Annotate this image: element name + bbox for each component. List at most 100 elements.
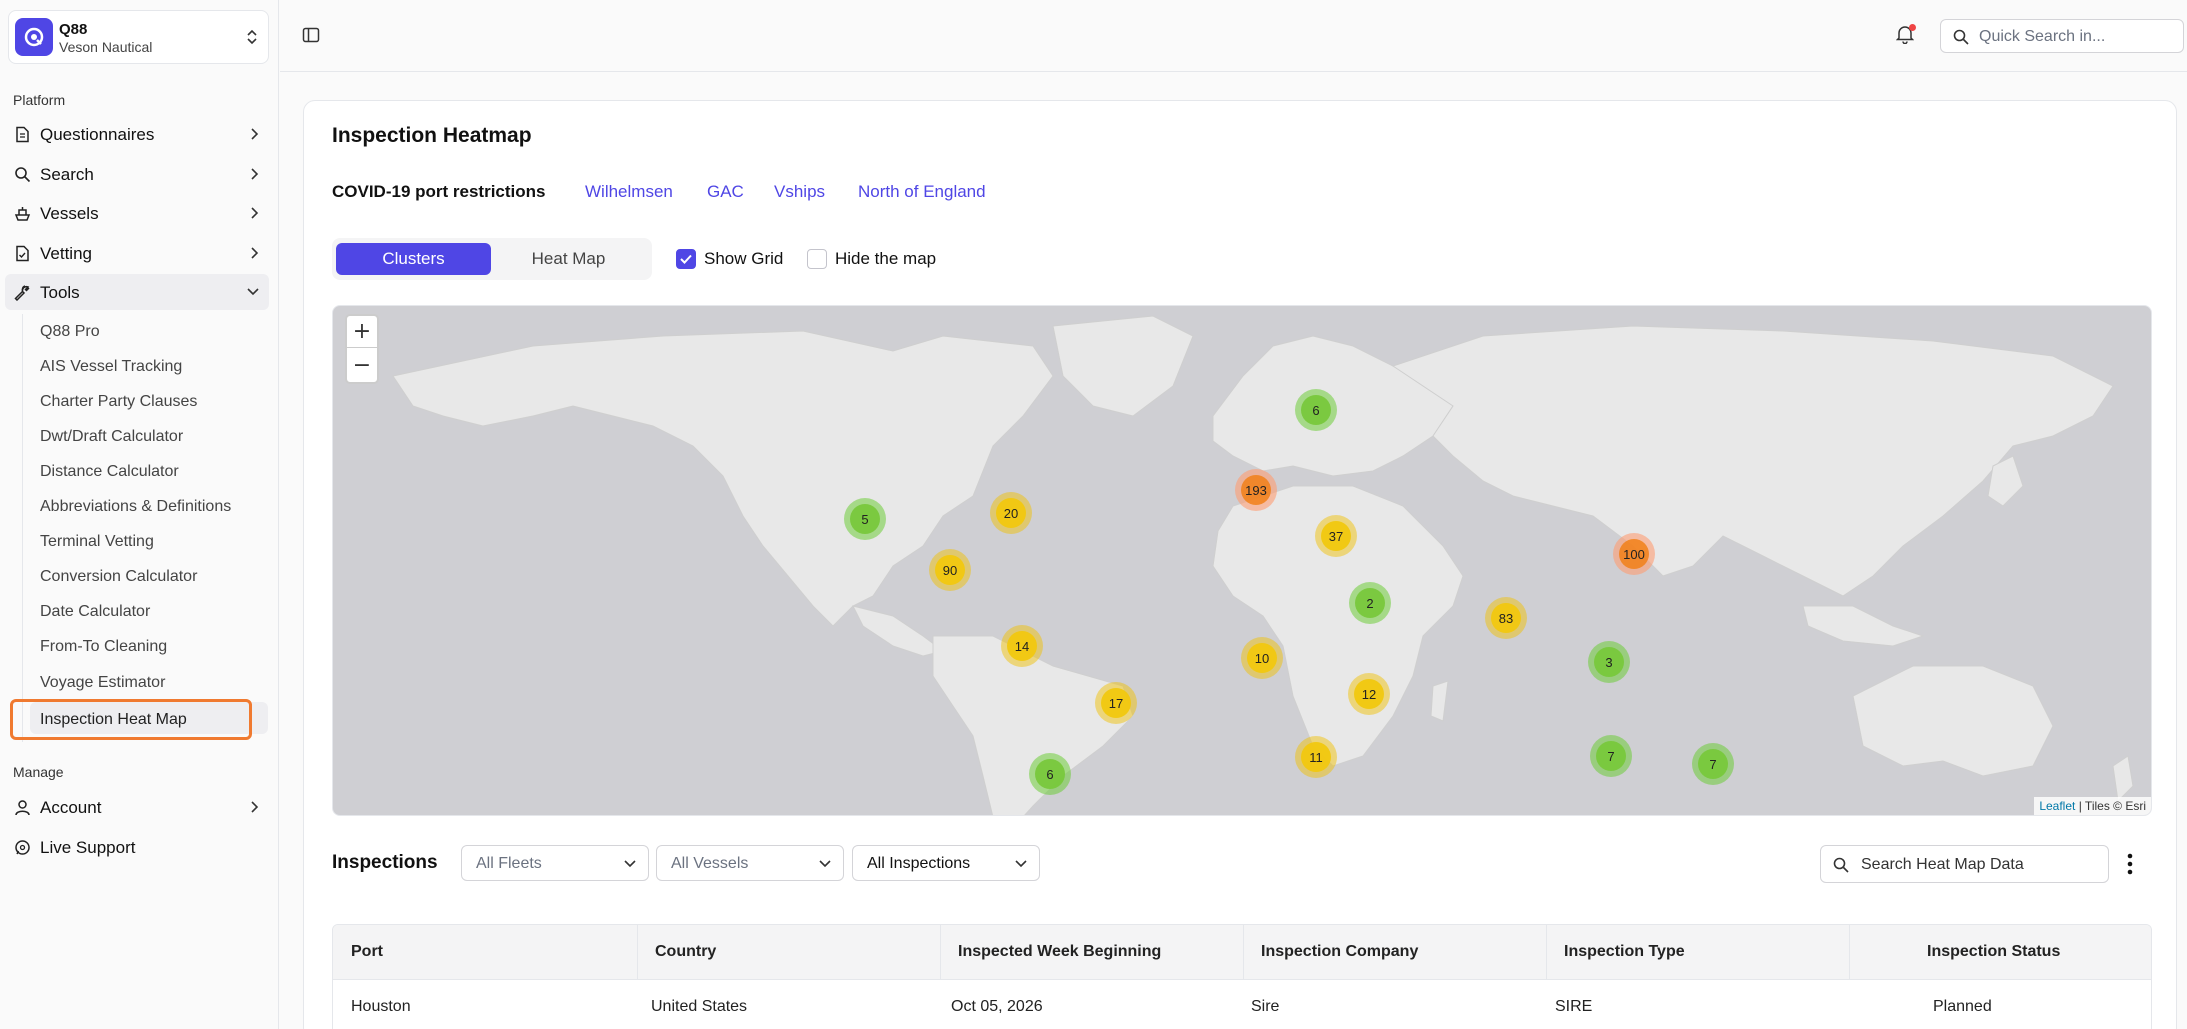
heat-map-search[interactable] xyxy=(1820,845,2109,883)
sidebar-item-search[interactable]: Search xyxy=(5,156,269,192)
map-cluster[interactable]: 14 xyxy=(1001,625,1043,667)
inspections-title: Inspections xyxy=(332,852,438,873)
cluster-count: 6 xyxy=(1035,759,1065,789)
map-cluster[interactable]: 37 xyxy=(1315,515,1357,557)
column-header-status[interactable]: Inspection Status xyxy=(1927,943,2060,961)
map-cluster[interactable]: 12 xyxy=(1348,673,1390,715)
more-options-icon[interactable] xyxy=(2124,851,2136,877)
column-divider xyxy=(1243,925,1244,980)
sidebar-item-label: Vetting xyxy=(40,244,92,263)
cell-company: Sire xyxy=(1251,998,1280,1015)
checklist-icon xyxy=(16,245,29,262)
cluster-count: 5 xyxy=(850,504,880,534)
cluster-count: 7 xyxy=(1698,749,1728,779)
sidebar-tool-distance-calculator[interactable]: Distance Calculator xyxy=(30,454,268,486)
world-map[interactable]: + − 6 193 5 20 90 37 100 2 83 14 10 3 17… xyxy=(332,305,2152,816)
vessel-filter-select[interactable]: All Vessels xyxy=(656,845,844,881)
sidebar-item-questionnaires[interactable]: Questionnaires xyxy=(5,116,269,152)
map-cluster[interactable]: 10 xyxy=(1241,637,1283,679)
hide-map-checkbox[interactable] xyxy=(807,249,827,269)
sidebar-tool-inspection-heat-map[interactable]: Inspection Heat Map xyxy=(30,702,268,734)
sidebar-tool-abbreviations[interactable]: Abbreviations & Definitions xyxy=(30,489,268,521)
show-grid-checkbox[interactable] xyxy=(676,249,696,269)
column-header-week[interactable]: Inspected Week Beginning xyxy=(958,943,1161,961)
zoom-in-button[interactable]: + xyxy=(347,316,377,348)
cell-port: Houston xyxy=(351,998,411,1015)
org-name: Q88 xyxy=(59,21,88,38)
select-value: All Vessels xyxy=(671,855,749,872)
cluster-count: 90 xyxy=(935,555,965,585)
ship-icon xyxy=(14,207,31,221)
leaflet-link[interactable]: Leaflet xyxy=(2039,799,2075,813)
quick-search[interactable] xyxy=(1940,19,2184,53)
sidebar-tool-dwt-draft-calculator[interactable]: Dwt/Draft Calculator xyxy=(30,419,268,451)
map-cluster[interactable]: 7 xyxy=(1590,735,1632,777)
sidebar-tool-voyage-estimator[interactable]: Voyage Estimator xyxy=(30,665,268,697)
chevron-right-icon xyxy=(251,168,259,180)
chevron-right-icon xyxy=(251,247,259,259)
cluster-count: 7 xyxy=(1596,741,1626,771)
sidebar-tool-charter-party-clauses[interactable]: Charter Party Clauses xyxy=(30,384,268,416)
column-header-country[interactable]: Country xyxy=(655,943,716,961)
zoom-out-button[interactable]: − xyxy=(347,349,377,381)
clusters-toggle-button[interactable]: Clusters xyxy=(336,243,491,275)
column-header-company[interactable]: Inspection Company xyxy=(1261,943,1418,961)
fleet-filter-select[interactable]: All Fleets xyxy=(461,845,649,881)
heat-map-search-input[interactable] xyxy=(1861,854,2101,876)
covid-link-wilhelmsen[interactable]: Wilhelmsen xyxy=(585,182,673,202)
sidebar-toggle-icon[interactable] xyxy=(302,26,320,44)
cluster-count: 193 xyxy=(1241,475,1271,505)
map-cluster[interactable]: 17 xyxy=(1095,682,1137,724)
chevron-down-icon xyxy=(624,860,636,868)
sidebar-tool-terminal-vetting[interactable]: Terminal Vetting xyxy=(30,524,268,556)
tiles-attribution: | Tiles © Esri xyxy=(2075,799,2146,813)
heat-map-toggle-button[interactable]: Heat Map xyxy=(491,243,646,275)
inspection-heatmap-card: Inspection Heatmap COVID-19 port restric… xyxy=(303,100,2177,1029)
map-cluster[interactable]: 100 xyxy=(1613,533,1655,575)
search-icon xyxy=(1833,857,1849,873)
select-value: All Inspections xyxy=(867,855,971,872)
sidebar-tool-conversion-calculator[interactable]: Conversion Calculator xyxy=(30,559,268,591)
sidebar-tool-from-to-cleaning[interactable]: From-To Cleaning xyxy=(30,629,268,661)
sidebar-item-label: Account xyxy=(40,798,102,817)
sidebar-item-live-support[interactable]: Live Support xyxy=(5,829,269,865)
map-cluster[interactable]: 6 xyxy=(1029,753,1071,795)
map-cluster[interactable]: 193 xyxy=(1235,469,1277,511)
sidebar-item-label: Live Support xyxy=(40,838,136,857)
cluster-count: 2 xyxy=(1355,588,1385,618)
map-cluster[interactable]: 5 xyxy=(844,498,886,540)
cell-country: United States xyxy=(651,998,748,1015)
sidebar-item-vetting[interactable]: Vetting xyxy=(5,235,269,271)
hide-map-label: Hide the map xyxy=(835,249,937,268)
column-header-port[interactable]: Port xyxy=(351,943,383,961)
table-row[interactable]: Houston United States Oct 05, 2026 Sire … xyxy=(333,980,2151,1029)
zoom-control: + − xyxy=(345,314,379,384)
column-header-type[interactable]: Inspection Type xyxy=(1564,943,1685,961)
inspection-filter-select[interactable]: All Inspections xyxy=(852,845,1040,881)
sidebar-item-tools[interactable]: Tools xyxy=(5,274,269,310)
map-cluster[interactable]: 90 xyxy=(929,549,971,591)
map-cluster[interactable]: 2 xyxy=(1349,582,1391,624)
covid-link-vships[interactable]: Vships xyxy=(774,182,825,202)
sidebar-tool-ais-vessel-tracking[interactable]: AIS Vessel Tracking xyxy=(30,349,268,381)
select-value: All Fleets xyxy=(476,855,542,872)
sidebar-item-vessels[interactable]: Vessels xyxy=(5,195,269,231)
map-cluster[interactable]: 7 xyxy=(1692,743,1734,785)
sidebar-tool-date-calculator[interactable]: Date Calculator xyxy=(30,594,268,626)
map-cluster[interactable]: 11 xyxy=(1295,736,1337,778)
cell-status: Planned xyxy=(1933,998,1992,1015)
map-cluster[interactable]: 83 xyxy=(1485,597,1527,639)
covid-link-north-of-england[interactable]: North of England xyxy=(858,182,986,202)
map-cluster[interactable]: 6 xyxy=(1295,389,1337,431)
covid-link-gac[interactable]: GAC xyxy=(707,182,744,202)
chevron-right-icon xyxy=(251,207,259,219)
org-switcher[interactable]: Q88 Veson Nautical xyxy=(8,10,269,64)
cluster-count: 3 xyxy=(1594,647,1624,677)
sidebar-item-account[interactable]: Account xyxy=(5,789,269,825)
cluster-count: 6 xyxy=(1301,395,1331,425)
cluster-count: 100 xyxy=(1619,539,1649,569)
quick-search-input[interactable] xyxy=(1979,26,2179,48)
map-cluster[interactable]: 3 xyxy=(1588,641,1630,683)
map-cluster[interactable]: 20 xyxy=(990,492,1032,534)
sidebar-tool-q88-pro[interactable]: Q88 Pro xyxy=(30,314,268,346)
